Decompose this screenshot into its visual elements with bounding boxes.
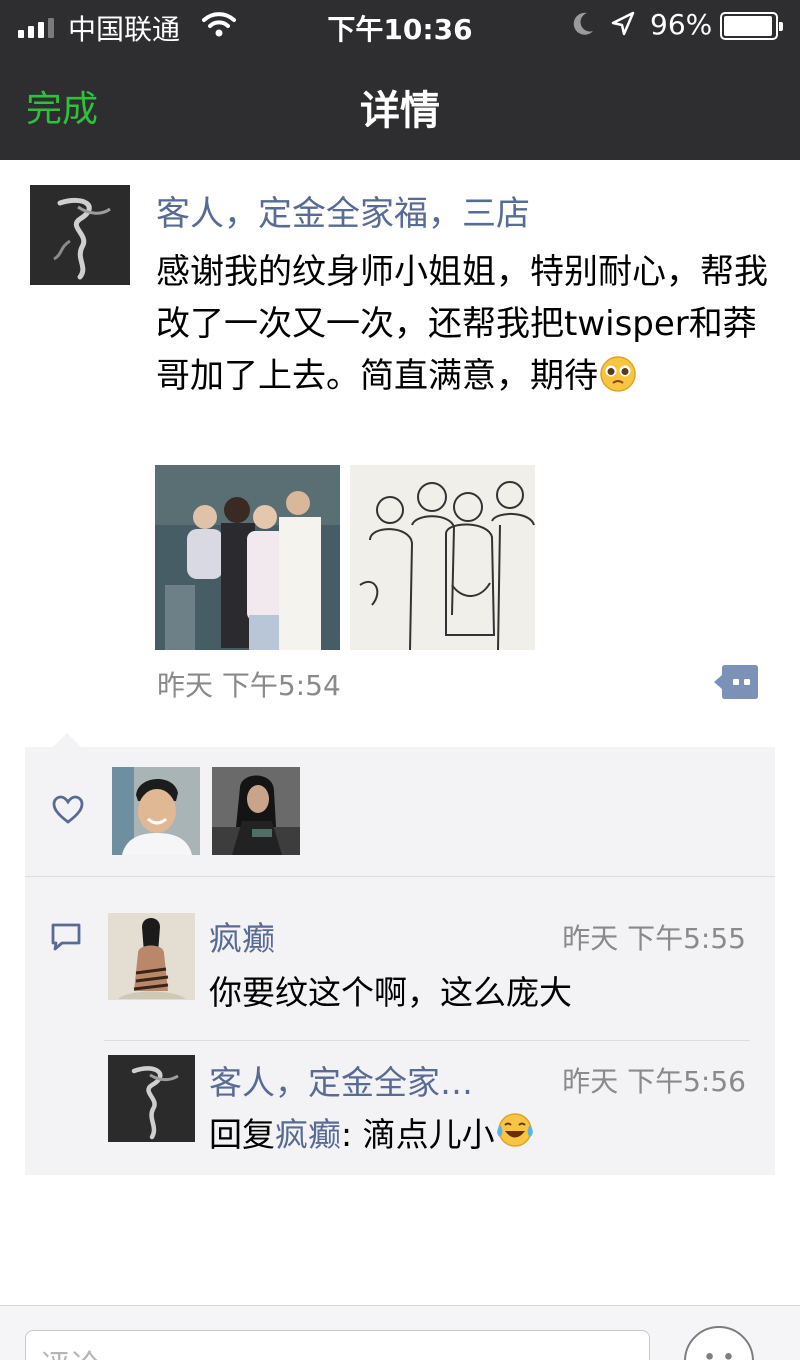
- reply-text: : 滴点儿小: [341, 1115, 495, 1154]
- likes-comments-divider: [25, 876, 775, 877]
- panel-arrow: [52, 733, 82, 748]
- comment-bubble-icon: [51, 923, 81, 951]
- comment-author-2[interactable]: 客人，定金全家…: [209, 1056, 473, 1104]
- reply-to-name[interactable]: 疯癫: [275, 1115, 341, 1154]
- post-author-avatar[interactable]: [30, 185, 130, 285]
- liker-avatar-2[interactable]: [212, 767, 300, 855]
- battery-icon: [720, 12, 783, 40]
- comment-text-1[interactable]: 你要纹这个啊，这么庞大: [209, 966, 572, 1014]
- page-title: 详情: [360, 88, 440, 134]
- moon-icon: [573, 12, 593, 35]
- post-photo-family[interactable]: [155, 465, 340, 650]
- more-actions-icon[interactable]: [714, 665, 758, 699]
- comment-avatar-1[interactable]: [108, 913, 195, 1000]
- comment-time-2: 昨天 下午5:56: [562, 1065, 746, 1098]
- battery-percent: 96%: [650, 8, 713, 41]
- comment-input[interactable]: 评论: [25, 1330, 650, 1360]
- post-photo-sketch[interactable]: [350, 465, 535, 650]
- post-author-name[interactable]: 客人，定金全家福，三店: [156, 186, 530, 235]
- post-text-content: 感谢我的纹身师小姐姐，特别耐心，帮我改了一次又一次，还帮我把twisper和莽哥…: [156, 252, 768, 396]
- status-bar: 中国联通 下午10:36 96%: [0, 0, 800, 52]
- comment-time-1: 昨天 下午5:55: [562, 922, 746, 955]
- location-arrow-icon: [611, 11, 635, 36]
- liker-avatar-1[interactable]: [112, 767, 200, 855]
- tears-of-joy-emoji-icon: [496, 1113, 533, 1147]
- pleading-face-emoji-icon: [600, 356, 636, 392]
- heart-icon: [52, 795, 84, 824]
- comment-text-2[interactable]: 回复疯癫: 滴点儿小: [209, 1108, 535, 1156]
- comment-divider: [104, 1040, 750, 1041]
- post-text: 感谢我的纹身师小姐姐，特别耐心，帮我改了一次又一次，还帮我把twisper和莽哥…: [156, 246, 776, 402]
- reply-prefix: 回复: [209, 1115, 275, 1154]
- post-time: 昨天 下午5:54: [157, 669, 341, 702]
- comment-avatar-2[interactable]: [108, 1055, 195, 1142]
- top-bar: 中国联通 下午10:36 96% 完成 详情: [0, 0, 800, 160]
- comment-author-1[interactable]: 疯癫: [209, 912, 275, 960]
